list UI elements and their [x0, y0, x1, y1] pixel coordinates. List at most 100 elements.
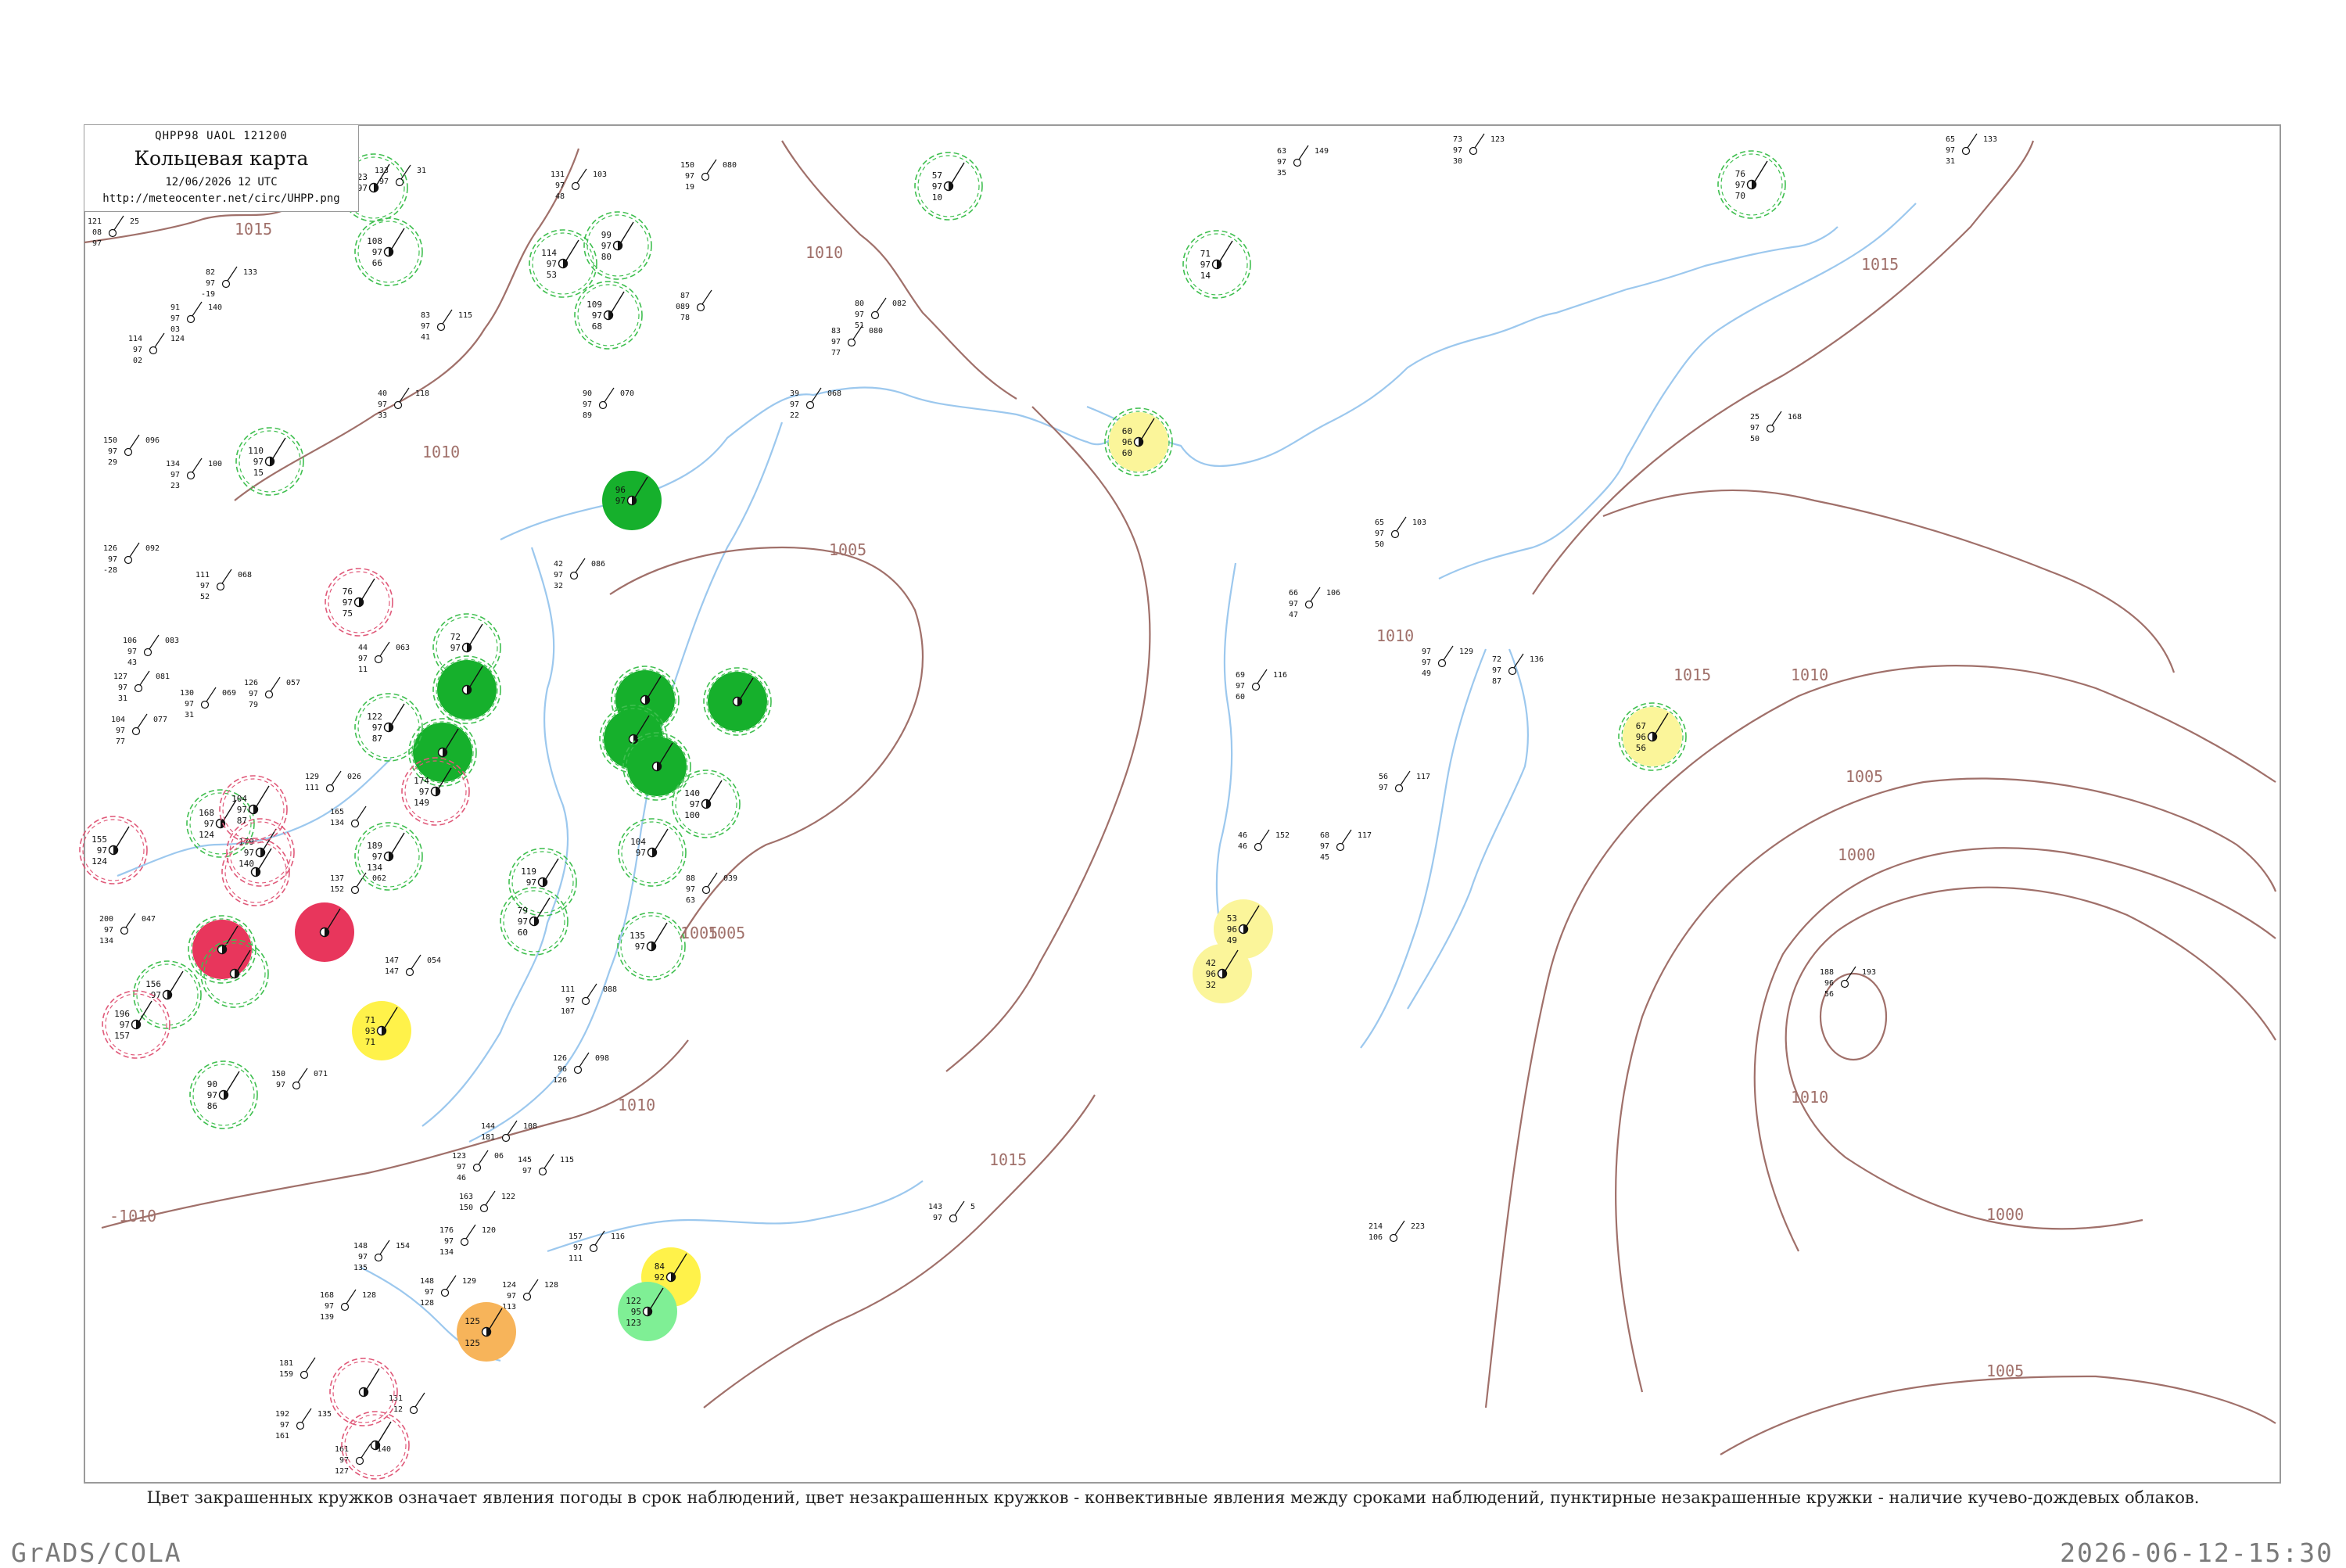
station-plot[interactable]: 87 089 78 — [676, 289, 712, 322]
station-marker[interactable]: 719371 — [352, 1001, 411, 1060]
station-plot[interactable]: 192 97 161 135 — [275, 1408, 332, 1441]
station-marker[interactable]: 1229787 — [354, 693, 423, 762]
station-marker[interactable]: 609660 — [1104, 407, 1173, 476]
station-plot[interactable]: 145 97 115 — [518, 1154, 574, 1176]
station-plot[interactable]: 147 147 054 — [385, 954, 441, 977]
station-plot[interactable]: 150 97 29 096 — [103, 434, 160, 467]
station-plot[interactable]: 111 97 52 068 — [196, 569, 252, 601]
source-url[interactable]: http://meteocenter.net/circ/UHPP.png — [84, 192, 358, 205]
isobar-1010-north — [781, 140, 1017, 400]
wind-barb-icon — [137, 713, 148, 729]
station-plot[interactable]: 106 97 43 083 — [123, 634, 179, 667]
station-plot[interactable]: 16197127140 — [335, 1443, 391, 1476]
station-marker[interactable]: 769770 — [1717, 150, 1786, 219]
station-marker[interactable]: 719714 — [1182, 230, 1251, 299]
cloud-cover-icon — [216, 582, 225, 591]
station-marker[interactable]: 125 125 — [457, 1302, 516, 1362]
station-plot[interactable]: 73 97 30 123 — [1453, 133, 1505, 166]
station-plot[interactable]: 25 97 50 168 — [1750, 411, 1802, 443]
station-plot[interactable]: 56 97 117 — [1379, 770, 1430, 793]
station-marker[interactable]: 909786 — [189, 1060, 258, 1129]
station-marker[interactable] — [295, 902, 354, 962]
station-value: 52 — [200, 593, 210, 601]
station-plot[interactable]: 72 97 87 136 — [1492, 653, 1544, 686]
station-marker[interactable]: 799760 — [500, 887, 569, 956]
station-marker[interactable]: 769775 — [325, 568, 393, 637]
station-plot[interactable]: 127 97 31 081 — [113, 670, 170, 703]
station-plot[interactable]: 91 97 03 140 — [170, 301, 222, 334]
station-marker[interactable] — [329, 1358, 398, 1426]
station-plot[interactable]: 150 97 071 — [271, 1067, 328, 1090]
station-marker[interactable]: 1099768 — [574, 281, 643, 350]
station-marker[interactable] — [221, 838, 290, 906]
station-marker[interactable]: 13597 — [617, 912, 686, 981]
station-plot[interactable]: 129 111 026 — [305, 770, 361, 793]
station-marker[interactable]: 429632 — [1193, 944, 1252, 1003]
station-plot[interactable]: 82 97 -19 133 — [201, 266, 257, 299]
station-plot[interactable]: 126 97 -28 092 — [103, 542, 160, 575]
station-plot[interactable]: 13112 — [389, 1392, 425, 1415]
station-plot[interactable]: 123 97 46 06 — [452, 1150, 504, 1182]
station-plot[interactable]: 200 97 134 047 — [99, 913, 156, 945]
station-plot[interactable]: 44 97 11 063 — [358, 641, 410, 674]
station-plot[interactable]: 165134 — [330, 806, 367, 828]
station-plot[interactable]: 42 97 32 086 — [554, 558, 605, 590]
station-plot[interactable]: 66 97 47 106 — [1289, 587, 1340, 619]
station-marker[interactable]: 15597124 — [79, 816, 148, 884]
station-plot[interactable]: 131 97 48 103 — [551, 168, 607, 201]
station-marker[interactable] — [432, 655, 501, 724]
station-plot[interactable]: 90 97 89 070 — [583, 387, 634, 420]
station-plot[interactable]: 168 97 139 128 — [320, 1289, 376, 1322]
station-plot[interactable]: 148 97 128 129 — [420, 1275, 476, 1308]
station-marker[interactable] — [622, 732, 691, 801]
station-marker[interactable]: 14097100 — [672, 770, 741, 838]
station-plot[interactable]: 104 97 77 077 — [111, 713, 167, 746]
station-plot[interactable]: 121 08 97 25 — [88, 215, 139, 248]
station-marker[interactable]: 1089766 — [354, 217, 423, 286]
station-plot[interactable]: 39 97 22 068 — [790, 387, 841, 420]
station-plot[interactable]: 163 150 122 — [459, 1190, 515, 1213]
station-plot[interactable]: 137 152 062 — [330, 872, 386, 895]
station-plot[interactable]: 65 97 50 103 — [1375, 516, 1426, 549]
station-plot[interactable]: 83 97 77 080 — [831, 325, 883, 357]
station-plot[interactable]: 111 97 107 088 — [561, 983, 617, 1016]
station-plot[interactable]: 143 97 5 — [928, 1200, 975, 1223]
station-marker[interactable]: 1149753 — [529, 229, 597, 298]
station-marker[interactable]: 679656 — [1618, 702, 1687, 771]
station-value: 129 — [1459, 648, 1473, 656]
station-plot[interactable]: 83 97 41 115 — [421, 309, 472, 342]
station-plot[interactable]: 150 97 19 080 — [680, 159, 737, 192]
wind-barb-icon — [378, 1421, 392, 1443]
station-marker[interactable]: 19697157 — [102, 990, 170, 1059]
station-plot[interactable]: 148 97 135 154 — [353, 1240, 410, 1272]
station-plot[interactable]: 181159 — [279, 1357, 316, 1380]
station-plot[interactable]: 134 97 23 100 — [166, 457, 222, 490]
station-plot[interactable]: 63 97 35 149 — [1277, 145, 1329, 178]
station-plot[interactable]: 88 97 63 039 — [686, 872, 737, 905]
station-marker[interactable]: 18997134 — [354, 822, 423, 891]
station-marker[interactable] — [341, 1411, 410, 1480]
station-marker[interactable]: 12295123 — [618, 1282, 677, 1341]
station-plot[interactable]: 809751082 — [855, 297, 906, 330]
station-marker[interactable]: 1109715 — [235, 427, 304, 496]
station-plot[interactable]: 126 96 126 098 — [553, 1052, 609, 1085]
station-plot[interactable]: 214 106 223 — [1368, 1220, 1425, 1243]
station-marker[interactable] — [188, 915, 256, 984]
station-plot[interactable]: 97 97 49 129 — [1422, 645, 1473, 678]
station-plot[interactable]: 126 97 79 057 — [244, 676, 300, 709]
station-marker[interactable]: 10497 — [618, 818, 687, 887]
station-plot[interactable]: 40 97 33 118 — [378, 387, 429, 420]
station-plot[interactable]: 68 97 45 117 — [1320, 829, 1372, 862]
station-marker[interactable]: 9697 — [602, 471, 662, 530]
station-plot[interactable]: 176 97 134 120 — [439, 1224, 496, 1257]
station-plot[interactable]: 65 97 31 133 — [1946, 133, 1997, 166]
station-plot[interactable]: 130 97 31 069 — [180, 687, 236, 719]
station-marker[interactable] — [703, 667, 772, 736]
station-plot[interactable]: 46 46 152 — [1238, 829, 1290, 852]
station-plot[interactable]: 69 97 60 116 — [1236, 669, 1287, 701]
station-plot[interactable]: 12497113128 — [502, 1279, 558, 1311]
station-plot[interactable]: 114 97 02 124 — [128, 332, 185, 365]
station-marker[interactable]: 579710 — [914, 152, 983, 221]
station-marker[interactable]: 999780 — [583, 211, 652, 280]
station-plot[interactable]: 188 96 56 193 — [1820, 966, 1876, 999]
